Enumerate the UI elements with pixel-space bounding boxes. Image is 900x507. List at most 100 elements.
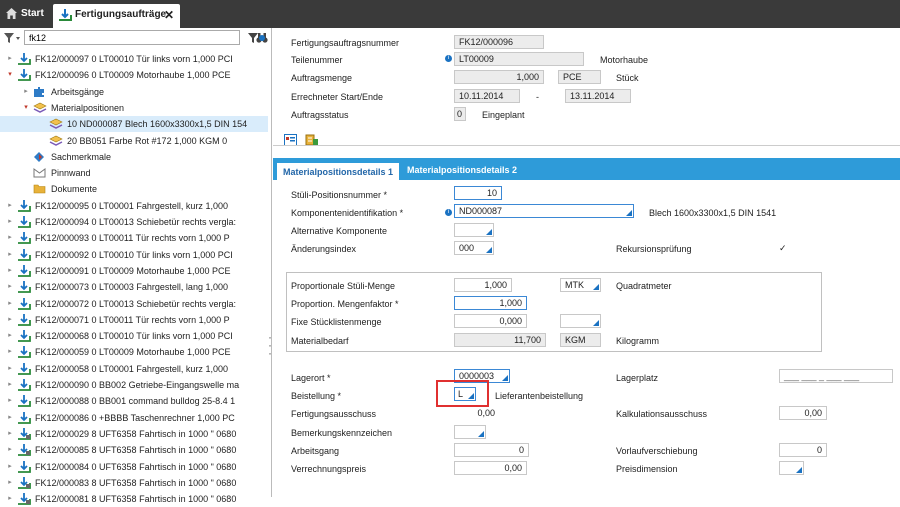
expand-arrow-icon[interactable]: ▸ xyxy=(6,230,14,246)
expand-arrow-icon[interactable]: ▸ xyxy=(6,491,14,507)
tree-item-label: FK12/000081 8 UFT6358 Fahrtisch in 1000 … xyxy=(35,494,237,505)
tree-item[interactable]: Dokumente xyxy=(0,181,268,197)
tree-item[interactable]: ▸ FK12/000084 0 UFT6358 Fahrtisch in 1000… xyxy=(0,459,268,475)
operation-field[interactable]: 0 xyxy=(454,443,529,457)
tree-item[interactable]: ▸ FK12/000058 0 LT00001 Fahrgestell, kurz… xyxy=(0,361,268,377)
tree-item[interactable]: ▸ FK12/000091 0 LT00009 Motorhaube 1,000 … xyxy=(0,263,268,279)
tree-item[interactable]: 20 BB051 Farbe Rot #172 1,000 KGM 0 xyxy=(0,133,268,149)
tree-item[interactable]: ▸ FK12/000068 0 LT00010 Tür links vorn 1,… xyxy=(0,328,268,344)
expand-arrow-icon[interactable]: ▸ xyxy=(6,344,14,360)
tree-item[interactable]: ▸ FK12/000095 0 LT00001 Fahrgestell, kurz… xyxy=(0,198,268,214)
expand-arrow-icon[interactable]: ▸ xyxy=(6,279,14,295)
component-info-icon[interactable]: i xyxy=(445,209,452,216)
transfer-price-field[interactable]: 0,00 xyxy=(454,461,527,475)
home-icon xyxy=(6,8,17,19)
tree-item[interactable]: ▾ Materialpositionen xyxy=(0,100,268,116)
tree-item[interactable]: 10 ND000087 Blech 1600x3300x1,5 DIN 154 xyxy=(0,116,268,133)
expand-arrow-icon[interactable]: ▸ xyxy=(6,328,14,344)
lead-shift-field[interactable]: 0 xyxy=(779,443,827,457)
expand-arrow-icon[interactable]: ▸ xyxy=(6,361,14,377)
tree-item-label: FK12/000084 0 UFT6358 Fahrtisch in 1000 … xyxy=(35,461,237,472)
fixed-qty-unit-field[interactable] xyxy=(560,314,601,328)
filter-dropdown-icon[interactable] xyxy=(3,32,21,44)
section-divider xyxy=(273,145,900,146)
proportional-unit-field[interactable]: MTK xyxy=(560,278,601,292)
tree-item[interactable]: ▸ FK12/000092 0 LT00010 Tür links vorn 1,… xyxy=(0,247,268,263)
tree-item[interactable]: ▸ Arbeitsgänge xyxy=(0,84,268,100)
storage-place-field[interactable]: ___ ___ _ ___ ___ xyxy=(779,369,893,383)
production-scrap-field[interactable]: 0,00 xyxy=(454,406,500,420)
search-input[interactable] xyxy=(24,30,240,45)
navigation-panel: ▸ FK12/000097 0 LT00010 Tür links vorn 1,… xyxy=(0,28,272,505)
info-icon[interactable]: i xyxy=(445,55,452,62)
calculation-scrap-field[interactable]: 0,00 xyxy=(779,406,827,420)
tree-item[interactable]: ▸ FK12/000083 8 UFT6358 Fahrtisch in 1000… xyxy=(0,475,268,491)
recursion-checkbox[interactable]: ✓ xyxy=(779,243,787,254)
price-dimension-field[interactable] xyxy=(779,461,804,475)
tab-materialpositionsdetails-2[interactable]: Materialpositionsdetails 2 xyxy=(401,161,523,180)
production-order-icon xyxy=(17,395,31,408)
tree-item-label: Materialpositionen xyxy=(51,102,125,113)
fixed-qty-field[interactable]: 0,000 xyxy=(454,314,527,328)
order-status-label: Auftragsstatus xyxy=(291,110,349,120)
tab-start[interactable]: Start xyxy=(5,6,44,22)
tree-item-label: FK12/000083 8 UFT6358 Fahrtisch in 1000 … xyxy=(35,477,237,488)
expand-arrow-icon[interactable]: ▸ xyxy=(6,247,14,263)
tree-item-label: FK12/000088 0 BB001 command bulldog 25-8… xyxy=(35,396,236,407)
expand-arrow-icon[interactable]: ▸ xyxy=(6,426,14,442)
tree-item[interactable]: ▸ FK12/000071 0 LT00011 Tür rechts vorn 1… xyxy=(0,312,268,328)
expand-arrow-icon[interactable]: ▸ xyxy=(6,263,14,279)
production-order-icon xyxy=(17,264,31,277)
tree-item[interactable]: Sachmerkmale xyxy=(0,149,268,165)
tree-item[interactable]: Pinnwand xyxy=(0,165,268,181)
change-index-field[interactable]: 000 xyxy=(454,241,494,255)
production-order-icon xyxy=(17,362,31,375)
tree-item[interactable]: ▸ FK12/000090 0 BB002 Getriebe-Eingangswe… xyxy=(0,377,268,393)
tree-item[interactable]: ▸ FK12/000059 0 LT00009 Motorhaube 1,000 … xyxy=(0,344,268,360)
production-order-icon xyxy=(17,199,31,212)
expand-arrow-icon[interactable]: ▸ xyxy=(6,475,14,491)
alternative-component-field[interactable] xyxy=(454,223,494,237)
tree-item[interactable]: ▸ FK12/000094 0 LT00013 Schiebetür rechts… xyxy=(0,214,268,230)
tree-item[interactable]: ▸ FK12/000093 0 LT00011 Tür rechts vorn 1… xyxy=(0,230,268,246)
tree-item[interactable]: ▸ FK12/000029 8 UFT6358 Fahrtisch in 1000… xyxy=(0,426,268,442)
collapse-arrow-icon[interactable]: ▾ xyxy=(22,100,30,116)
tree-item[interactable]: ▸ FK12/000088 0 BB001 command bulldog 25-… xyxy=(0,393,268,409)
position-number-field[interactable]: 10 xyxy=(454,186,502,200)
expand-arrow-icon[interactable]: ▸ xyxy=(6,377,14,393)
close-icon[interactable]: ✕ xyxy=(164,4,174,26)
provision-field[interactable]: L xyxy=(454,387,476,401)
expand-arrow-icon[interactable]: ▸ xyxy=(6,459,14,475)
expand-arrow-icon[interactable]: ▸ xyxy=(6,393,14,409)
tree-item[interactable]: ▸ FK12/000085 8 UFT6358 Fahrtisch in 1000… xyxy=(0,442,268,458)
tree-item[interactable]: ▸ FK12/000081 8 UFT6358 Fahrtisch in 1000… xyxy=(0,491,268,507)
expand-arrow-icon[interactable]: ▸ xyxy=(6,51,14,67)
tree-item-label: Sachmerkmale xyxy=(51,151,112,162)
expand-arrow-icon[interactable]: ▸ xyxy=(6,296,14,312)
production-order-icon xyxy=(17,313,31,326)
expand-arrow-icon[interactable]: ▸ xyxy=(6,410,14,426)
tab-fertigungsauftraege[interactable]: Fertigungsaufträge ✕ xyxy=(53,4,180,28)
tree-item-label: FK12/000072 0 LT00013 Schiebetür rechts … xyxy=(35,298,236,309)
tree-item[interactable]: ▸ FK12/000086 0 +BBBB Taschenrechner 1,00… xyxy=(0,410,268,426)
proportional-factor-field[interactable]: 1,000 xyxy=(454,296,527,310)
tree-item-label: FK12/000071 0 LT00011 Tür rechts vorn 1,… xyxy=(35,314,230,325)
collapse-arrow-icon[interactable]: ▾ xyxy=(6,67,14,83)
expand-arrow-icon[interactable]: ▸ xyxy=(6,214,14,230)
production-order-icon xyxy=(17,476,31,489)
tree-item[interactable]: ▸ FK12/000072 0 LT00013 Schiebetür rechts… xyxy=(0,296,268,312)
tree-item[interactable]: ▸ FK12/000073 0 LT00003 Fahrgestell, lang… xyxy=(0,279,268,295)
tree-item[interactable]: ▾ FK12/000096 0 LT00009 Motorhaube 1,000 … xyxy=(0,67,268,83)
expand-arrow-icon[interactable]: ▸ xyxy=(22,84,30,100)
expand-arrow-icon[interactable]: ▸ xyxy=(6,198,14,214)
proportional-qty-field[interactable]: 1,000 xyxy=(454,278,512,292)
expand-arrow-icon[interactable]: ▸ xyxy=(6,442,14,458)
splitter-handle[interactable]: · · · xyxy=(268,331,272,363)
expand-arrow-icon[interactable]: ▸ xyxy=(6,312,14,328)
component-description: Blech 1600x3300x1,5 DIN 1541 xyxy=(649,208,777,218)
production-order-icon xyxy=(17,216,31,228)
tree-item[interactable]: ▸ FK12/000097 0 LT00010 Tür links vorn 1,… xyxy=(0,51,268,67)
component-id-field[interactable]: ND000087 xyxy=(454,204,634,218)
tab-materialpositionsdetails-1[interactable]: Materialpositionsdetails 1 xyxy=(277,161,400,180)
remark-code-field[interactable] xyxy=(454,425,486,439)
